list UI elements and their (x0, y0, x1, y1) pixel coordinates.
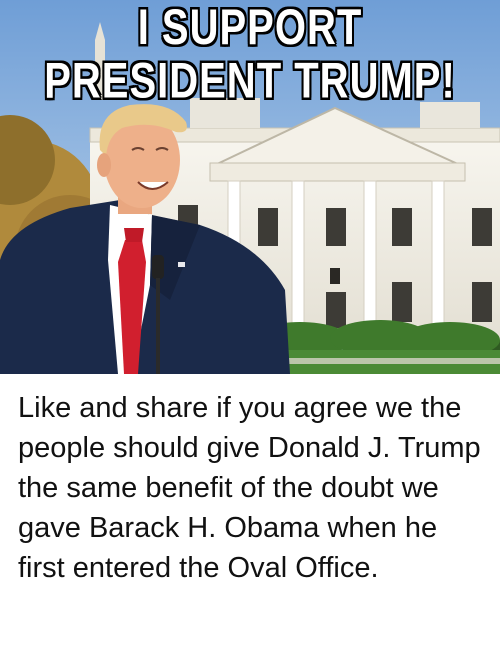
meme-post: I SUPPORT PRESIDENT TRUMP! Like and shar… (0, 0, 500, 661)
fence (280, 358, 500, 364)
headline-line-1: I SUPPORT (137, 0, 363, 55)
meme-photo: I SUPPORT PRESIDENT TRUMP! (0, 0, 500, 374)
headline: I SUPPORT PRESIDENT TRUMP! (0, 0, 500, 109)
entablature (209, 162, 466, 182)
caption-text: Like and share if you agree we the peopl… (18, 392, 481, 584)
flag-pin (178, 262, 185, 267)
lantern (330, 268, 340, 284)
headline-line-2: PRESIDENT TRUMP! (44, 53, 456, 109)
